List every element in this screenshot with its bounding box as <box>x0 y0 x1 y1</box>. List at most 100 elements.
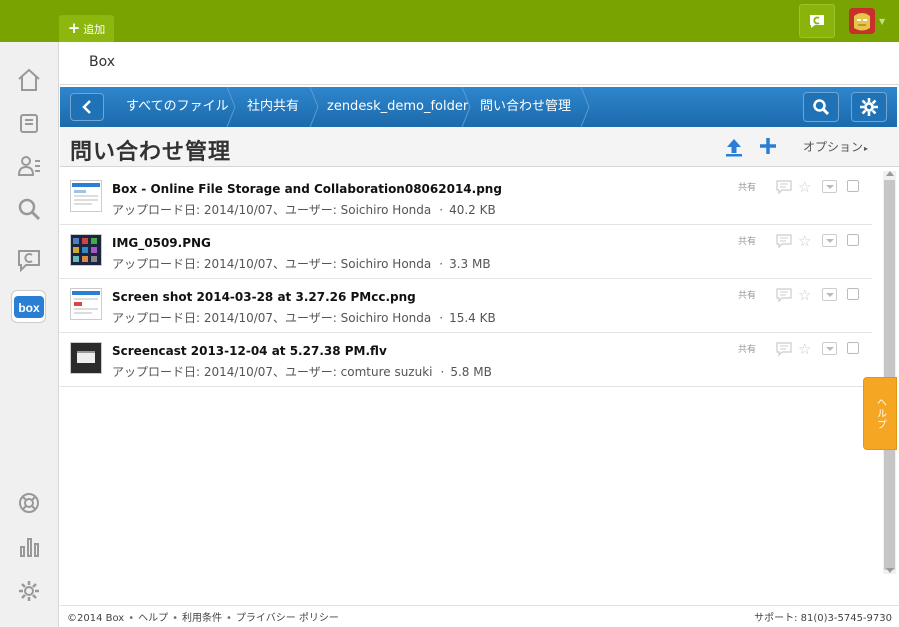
comment-icon[interactable] <box>776 288 792 303</box>
options-menu[interactable]: オプション▸ <box>803 138 868 155</box>
file-row[interactable]: Screencast 2013-12-04 at 5.27.38 PM.flv … <box>60 333 872 387</box>
chevron-right-icon <box>226 87 236 127</box>
share-link[interactable]: 共有 <box>738 288 756 301</box>
row-checkbox[interactable] <box>847 180 859 192</box>
chevron-right-icon <box>461 87 471 127</box>
upload-info: アップロード日: 2014/10/07、ユーザー: Soichiro Honda <box>112 257 432 271</box>
breadcrumb-item-shared[interactable]: 社内共有 <box>247 87 299 127</box>
user-avatar[interactable] <box>849 8 875 34</box>
file-thumbnail[interactable] <box>70 180 102 212</box>
add-label: 追加 <box>83 22 106 36</box>
avatar-image <box>849 8 875 34</box>
reports-icon[interactable] <box>14 532 44 562</box>
file-name[interactable]: IMG_0509.PNG <box>112 236 211 250</box>
file-row[interactable]: Box - Online File Storage and Collaborat… <box>60 171 872 225</box>
file-thumbnail[interactable] <box>70 342 102 374</box>
users-icon[interactable] <box>14 151 44 181</box>
file-name[interactable]: Screencast 2013-12-04 at 5.27.38 PM.flv <box>112 344 387 358</box>
file-size: 40.2 KB <box>449 203 496 217</box>
help-link[interactable]: ヘルプ <box>138 613 168 624</box>
help-tab-label: ヘルプ <box>874 397 886 430</box>
box-logo: box <box>13 295 44 318</box>
copyright: ©2014 Box <box>67 613 125 624</box>
file-name[interactable]: Screen shot 2014-03-28 at 3.27.26 PMcc.p… <box>112 290 416 304</box>
file-list: Box - Online File Storage and Collaborat… <box>60 171 872 387</box>
star-icon[interactable]: ☆ <box>798 340 811 358</box>
add-button[interactable]: + 追加 <box>59 15 114 42</box>
chevron-right-icon <box>580 87 590 127</box>
file-meta: アップロード日: 2014/10/07、ユーザー: comture suzuki… <box>112 365 492 379</box>
breadcrumb-item-zendesk-folder[interactable]: zendesk_demo_folder <box>327 87 468 127</box>
upload-info: アップロード日: 2014/10/07、ユーザー: Soichiro Honda <box>112 203 432 217</box>
file-size: 3.3 MB <box>449 257 491 271</box>
dropdown-icon[interactable] <box>822 180 837 193</box>
scroll-up-arrow[interactable] <box>886 171 894 176</box>
lifebuoy-icon[interactable] <box>14 488 44 518</box>
top-bar: + 追加 ▼ <box>0 0 899 42</box>
search-button[interactable] <box>803 92 839 122</box>
comment-icon[interactable] <box>776 180 792 195</box>
star-icon[interactable]: ☆ <box>798 232 811 250</box>
back-button[interactable] <box>70 93 104 121</box>
add-icon[interactable] <box>759 137 777 155</box>
app-title: Box <box>89 54 116 70</box>
app-title-bar: Box <box>60 42 899 85</box>
chat-icon <box>810 14 824 28</box>
chevron-down-icon[interactable]: ▼ <box>879 17 885 26</box>
settings-button[interactable] <box>851 92 887 122</box>
share-link[interactable]: 共有 <box>738 180 756 193</box>
footer: ©2014 Box • ヘルプ • 利用条件 • プライバシー ポリシー サポート: 81(… <box>60 605 899 627</box>
privacy-link[interactable]: プライバシー ポリシー <box>236 613 339 624</box>
file-thumbnail[interactable] <box>70 288 102 320</box>
home-icon[interactable] <box>14 65 44 95</box>
svg-text:box: box <box>18 301 40 315</box>
box-app-icon[interactable]: box <box>11 290 46 323</box>
file-size: 5.8 MB <box>450 365 492 379</box>
chevron-left-icon <box>82 100 91 114</box>
file-size: 15.4 KB <box>449 311 496 325</box>
chevron-right-icon <box>309 87 319 127</box>
row-checkbox[interactable] <box>847 342 859 354</box>
breadcrumb-item-all-files[interactable]: すべてのファイル <box>126 87 229 127</box>
options-label: オプション <box>803 140 864 154</box>
gear-icon[interactable] <box>14 576 44 606</box>
support-phone: サポート: 81(0)3-5745-9730 <box>754 613 892 624</box>
breadcrumb-item-current[interactable]: 問い合わせ管理 <box>480 87 571 127</box>
file-meta: アップロード日: 2014/10/07、ユーザー: Soichiro Honda… <box>112 257 491 271</box>
dropdown-icon[interactable] <box>822 342 837 355</box>
share-link[interactable]: 共有 <box>738 234 756 247</box>
star-icon[interactable]: ☆ <box>798 178 811 196</box>
share-link[interactable]: 共有 <box>738 342 756 355</box>
scroll-down-arrow[interactable] <box>886 568 894 573</box>
search-icon[interactable] <box>14 194 44 224</box>
file-name[interactable]: Box - Online File Storage and Collaborat… <box>112 182 502 196</box>
gear-icon <box>860 98 878 116</box>
scrollbar-thumb[interactable] <box>884 180 895 570</box>
help-tab[interactable]: ヘルプ <box>863 377 897 450</box>
breadcrumb: すべてのファイル 社内共有 zendesk_demo_folder 問い合わせ管… <box>60 87 897 127</box>
app-sidebar: box <box>0 42 59 627</box>
file-thumbnail[interactable] <box>70 234 102 266</box>
comment-icon[interactable] <box>776 234 792 249</box>
upload-icon[interactable] <box>724 137 744 157</box>
chat-button[interactable] <box>799 4 835 38</box>
star-icon[interactable]: ☆ <box>798 286 811 304</box>
comment-icon[interactable] <box>776 342 792 357</box>
dropdown-icon[interactable] <box>822 234 837 247</box>
row-checkbox[interactable] <box>847 234 859 246</box>
plus-icon: + <box>67 19 81 37</box>
inbox-icon[interactable] <box>14 108 44 138</box>
upload-info: アップロード日: 2014/10/07、ユーザー: Soichiro Honda <box>112 311 432 325</box>
page-title: 問い合わせ管理 <box>70 140 232 165</box>
file-meta: アップロード日: 2014/10/07、ユーザー: Soichiro Honda… <box>112 203 496 217</box>
file-meta: アップロード日: 2014/10/07、ユーザー: Soichiro Honda… <box>112 311 496 325</box>
folder-header: 問い合わせ管理 オプション▸ <box>60 127 899 167</box>
file-row[interactable]: Screen shot 2014-03-28 at 3.27.26 PMcc.p… <box>60 279 872 333</box>
terms-link[interactable]: 利用条件 <box>182 613 222 624</box>
upload-info: アップロード日: 2014/10/07、ユーザー: comture suzuki <box>112 365 433 379</box>
dropdown-icon[interactable] <box>822 288 837 301</box>
search-icon <box>813 99 830 116</box>
chat-icon[interactable] <box>14 245 44 275</box>
file-row[interactable]: IMG_0509.PNG アップロード日: 2014/10/07、ユーザー: S… <box>60 225 872 279</box>
row-checkbox[interactable] <box>847 288 859 300</box>
